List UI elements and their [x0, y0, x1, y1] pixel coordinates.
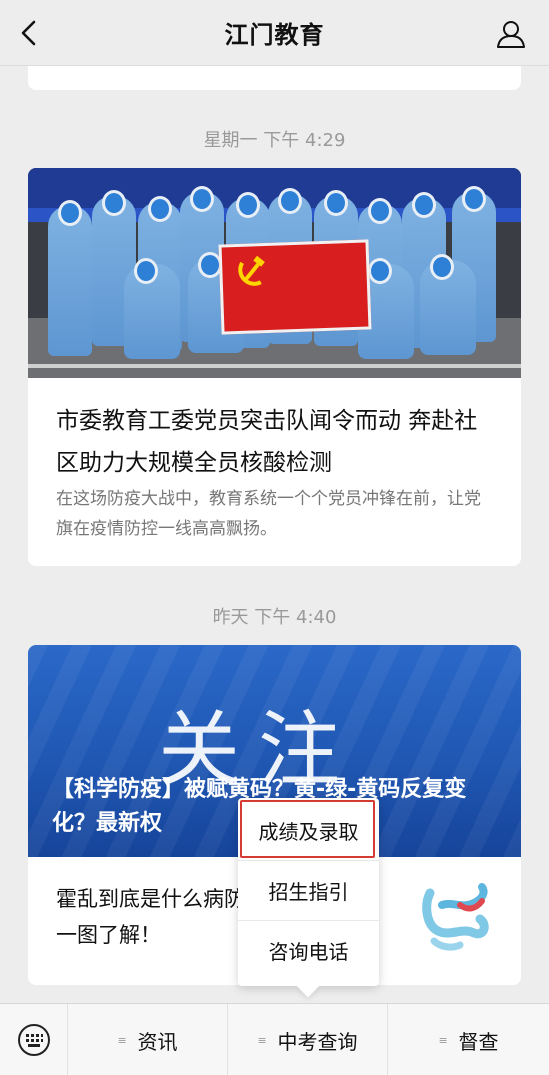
top-nav-bar: 江门教育 — [0, 0, 549, 66]
menu-item-enrollment-guide[interactable]: 招生指引 — [238, 860, 379, 920]
hammer-sickle-icon — [238, 255, 265, 286]
menu-tab-inspection[interactable]: ≡ 督查 — [388, 1004, 549, 1075]
party-flag — [218, 239, 372, 335]
keyboard-icon — [17, 1024, 50, 1056]
article-cover-photo — [28, 168, 521, 378]
menu-tab-label: 督查 — [458, 1029, 499, 1054]
menu-tab-exam-query[interactable]: ≡ 中考查询 — [228, 1004, 388, 1075]
article-description: 在这场防疫大战中，教育系统一个个党员冲锋在前，让党旗在疫情防控一线高高飘扬。 — [56, 489, 481, 539]
message-timestamp: 星期一 下午 4:29 — [203, 130, 346, 151]
bottom-menu-bar: ≡ 资讯 ≡ 中考查询 ≡ 督查 — [0, 1003, 549, 1075]
menu-item-consult-phone[interactable]: 咨询电话 — [238, 920, 379, 980]
menu-tab-label: 中考查询 — [277, 1029, 358, 1054]
menu-tab-news[interactable]: ≡ 资讯 — [68, 1004, 228, 1075]
menu-tab-label: 资讯 — [137, 1029, 178, 1054]
menu-item-scores-admission[interactable]: 成绩及录取 — [238, 800, 379, 860]
chevron-left-icon[interactable] — [16, 18, 44, 48]
article-card[interactable]: 市委教育工委党员突击队闻令而动 奔赴社区助力大规模全员核酸检测 在这场防疫大战中… — [28, 168, 521, 566]
person-icon[interactable] — [495, 18, 527, 50]
menu-marker: ≡ — [117, 1033, 127, 1047]
menu-marker: ≡ — [257, 1033, 267, 1047]
previous-article-card[interactable] — [28, 66, 521, 90]
submenu-popup: 成绩及录取 招生指引 咨询电话 — [238, 798, 379, 998]
page-title: 江门教育 — [224, 21, 325, 49]
menu-marker: ≡ — [438, 1033, 448, 1047]
message-timestamp: 昨天 下午 4:40 — [212, 607, 337, 628]
intestine-illustration — [416, 875, 496, 957]
article-title[interactable]: 市委教育工委党员突击队闻令而动 奔赴社区助力大规模全员核酸检测 — [56, 400, 496, 484]
keyboard-toggle-button[interactable] — [0, 1004, 68, 1075]
